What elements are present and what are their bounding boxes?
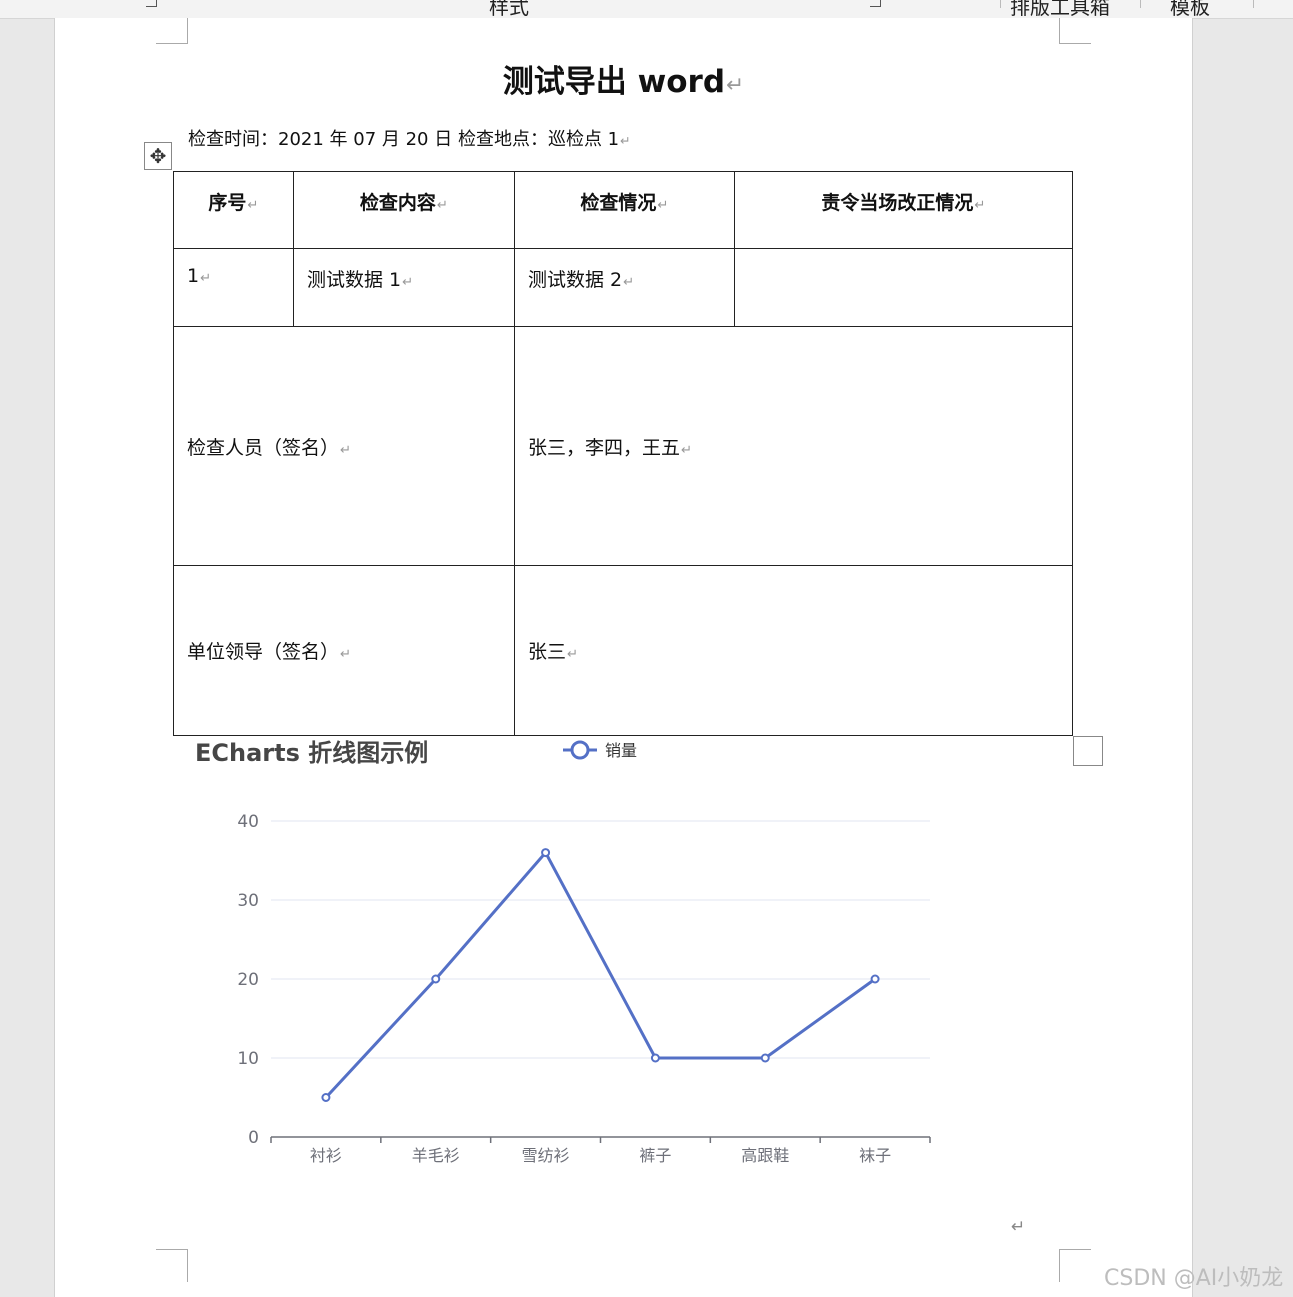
table-row-leader: 单位领导（签名）↵ 张三↵ bbox=[173, 565, 1073, 736]
paragraph-mark: ↵ bbox=[1011, 1217, 1026, 1237]
inspection-info-line[interactable]: 检查时间：2021 年 07 月 20 日 检查地点：巡检点 1↵ bbox=[188, 125, 631, 151]
header-text: 序号 bbox=[208, 192, 247, 214]
cell-text: 检查人员（签名） bbox=[187, 436, 340, 459]
header-cell-status[interactable]: 检查情况↵ bbox=[514, 171, 735, 249]
series-line bbox=[324, 851, 876, 1099]
header-cell-correction[interactable]: 责令当场改正情况↵ bbox=[734, 171, 1073, 249]
ribbon-separator bbox=[1140, 0, 1141, 8]
paragraph-mark: ↵ bbox=[247, 198, 259, 213]
y-tick-label: 40 bbox=[237, 812, 259, 832]
watermark: CSDN @AI小奶龙 bbox=[1104, 1266, 1284, 1291]
templates-button[interactable]: 模板 bbox=[1170, 0, 1210, 18]
x-tick-label: 衬衫 bbox=[310, 1146, 342, 1165]
margin-corner-mark bbox=[1059, 18, 1091, 44]
paragraph-mark: ↵ bbox=[974, 198, 986, 213]
inspection-info-text: 检查时间：2021 年 07 月 20 日 检查地点：巡检点 1 bbox=[188, 129, 620, 150]
x-tick-label: 雪纺衫 bbox=[522, 1146, 570, 1165]
cell-leader-value[interactable]: 张三↵ bbox=[514, 565, 1073, 736]
header-cell-content[interactable]: 检查内容↵ bbox=[293, 171, 515, 249]
x-tick-label: 袜子 bbox=[859, 1146, 891, 1165]
cell-text: 1 bbox=[187, 265, 200, 287]
y-tick-label: 20 bbox=[237, 970, 259, 990]
data-point bbox=[760, 1053, 770, 1063]
dialog-launcher-icon[interactable] bbox=[146, 0, 157, 7]
margin-corner-mark bbox=[156, 18, 188, 44]
y-tick-label: 0 bbox=[248, 1128, 259, 1148]
margin-corner-mark bbox=[1059, 1249, 1091, 1282]
header-cell-index[interactable]: 序号↵ bbox=[173, 171, 294, 249]
data-point bbox=[650, 1053, 660, 1063]
y-tick-label: 30 bbox=[237, 891, 259, 911]
paragraph-mark: ↵ bbox=[620, 133, 631, 148]
paragraph-mark: ↵ bbox=[726, 73, 745, 98]
table-header-row: 序号↵ 检查内容↵ 检查情况↵ 责令当场改正情况↵ bbox=[173, 171, 1073, 249]
cell-correction[interactable] bbox=[734, 248, 1073, 327]
chart-layout-options-handle[interactable] bbox=[1073, 736, 1103, 766]
cell-index[interactable]: 1↵ bbox=[173, 248, 294, 327]
data-point bbox=[321, 1093, 331, 1102]
chart-title: ECharts 折线图示例 bbox=[195, 739, 428, 767]
styles-group-label: 样式 bbox=[489, 0, 529, 19]
header-text: 责令当场改正情况 bbox=[821, 192, 974, 214]
ribbon-separator bbox=[1000, 0, 1001, 8]
header-text: 检查内容 bbox=[359, 192, 436, 214]
paragraph-mark: ↵ bbox=[623, 275, 635, 290]
cell-text: 测试数据 2 bbox=[528, 269, 623, 291]
cell-text: 张三，李四，王五 bbox=[528, 436, 681, 459]
table-move-handle-icon[interactable]: ✥ bbox=[144, 142, 172, 170]
legend-label: 销量 bbox=[605, 741, 637, 760]
cell-content[interactable]: 测试数据 1↵ bbox=[293, 248, 515, 327]
cell-text: 测试数据 1 bbox=[307, 269, 402, 291]
paragraph-mark: ↵ bbox=[402, 275, 414, 290]
paragraph-mark: ↵ bbox=[200, 271, 212, 286]
document-title-text: 测试导出 word bbox=[502, 64, 726, 100]
inspection-table: 序号↵ 检查内容↵ 检查情况↵ 责令当场改正情况↵ 1↵ 测试数据 1↵ 测试数… bbox=[173, 171, 1073, 736]
paragraph-mark: ↵ bbox=[340, 647, 352, 662]
paragraph-mark: ↵ bbox=[567, 647, 579, 662]
ribbon-strip: 样式 排版工具箱 模板 bbox=[0, 0, 1293, 19]
margin-corner-mark bbox=[156, 1249, 188, 1282]
legend-marker-icon bbox=[570, 740, 590, 760]
cell-inspectors-value[interactable]: 张三，李四，王五↵ bbox=[514, 326, 1073, 566]
table-row-inspectors: 检查人员（签名）↵ 张三，李四，王五↵ bbox=[173, 326, 1073, 566]
x-tick-label: 高跟鞋 bbox=[741, 1146, 789, 1165]
data-point bbox=[870, 974, 880, 984]
ribbon-separator bbox=[1253, 0, 1254, 8]
document-page[interactable]: 测试导出 word↵ 检查时间：2021 年 07 月 20 日 检查地点：巡检… bbox=[54, 18, 1193, 1297]
x-tick-label: 羊毛衫 bbox=[412, 1146, 460, 1165]
cell-status[interactable]: 测试数据 2↵ bbox=[514, 248, 735, 327]
header-text: 检查情况 bbox=[580, 192, 657, 214]
document-title[interactable]: 测试导出 word↵ bbox=[55, 56, 1192, 101]
y-tick-label: 10 bbox=[237, 1049, 259, 1069]
paragraph-mark: ↵ bbox=[436, 198, 449, 213]
table-row: 1↵ 测试数据 1↵ 测试数据 2↵ bbox=[173, 248, 1073, 327]
typeset-toolbox-button[interactable]: 排版工具箱 bbox=[1010, 0, 1110, 18]
data-point bbox=[541, 848, 551, 858]
paragraph-mark: ↵ bbox=[657, 198, 669, 213]
data-point bbox=[431, 974, 441, 984]
cell-text: 张三 bbox=[528, 641, 567, 663]
cell-text: 单位领导（签名） bbox=[187, 641, 340, 663]
styles-dialog-launcher-icon[interactable] bbox=[870, 0, 881, 7]
x-tick-label: 裤子 bbox=[639, 1146, 671, 1165]
cell-leader-label[interactable]: 单位领导（签名）↵ bbox=[173, 565, 515, 736]
cell-inspectors-label[interactable]: 检查人员（签名）↵ bbox=[173, 326, 515, 566]
paragraph-mark: ↵ bbox=[681, 442, 693, 458]
paragraph-mark: ↵ bbox=[340, 442, 352, 458]
chart-legend: 销量 bbox=[563, 740, 637, 760]
